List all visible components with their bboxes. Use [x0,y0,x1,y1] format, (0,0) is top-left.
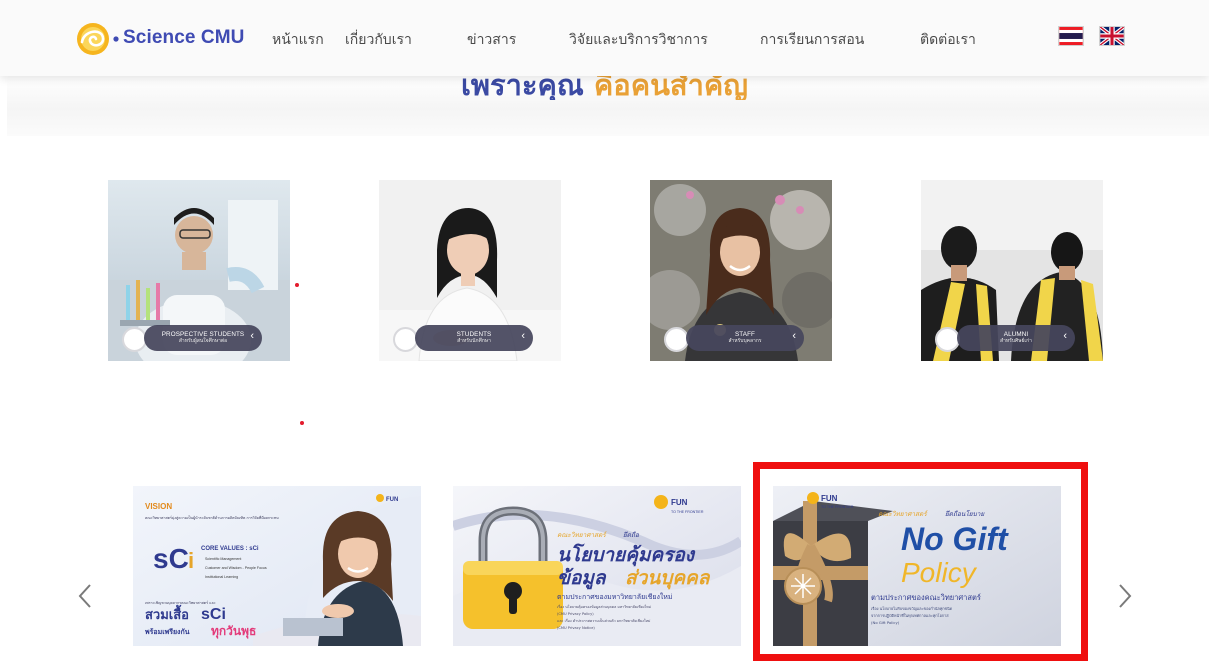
card-subtitle: สำหรับผู้สนใจศึกษาต่อ [178,338,228,344]
slide-vision-label: VISION [145,502,172,511]
uk-flag-icon[interactable] [1099,26,1125,46]
chevron-left-icon: ‹ [521,330,525,342]
selection-highlight-box [753,462,1088,661]
decorative-dot [295,283,299,287]
carousel-slide-sci-shirt[interactable]: VISION คณะวิทยาศาสตร์มุ่งสู่ความเป็นผู้น… [133,486,421,646]
slide-bullet: Customer and Wisdom - People Focus [205,566,267,570]
card-label-pill: ALUMNI สำหรับศิษย์เก่า ‹ [957,325,1075,351]
page-root: เพราะคุณ คือคนสำคัญ Science CMU หน้าแรก … [0,0,1209,663]
logo-text: Science CMU [123,27,245,48]
slide-kicker-a: คณะวิทยาศาสตร์ [557,531,608,539]
card-subtitle: สำหรับนักศึกษา [457,338,491,344]
slide-kicker-b: ยึดถือ [623,531,640,539]
slide-vision-text: คณะวิทยาศาสตร์มุ่งสู่ความเป็นผู้นำระดับช… [145,514,279,521]
card-title: ALUMNI [1003,331,1029,338]
card-label-pill: STAFF สำหรับบุคลากร ‹ [686,325,804,351]
audience-card-prospective[interactable]: PROSPECTIVE STUDENTS สำหรับผู้สนใจศึกษาต… [108,180,290,361]
decorative-dot [300,421,304,425]
card-title: PROSPECTIVE STUDENTS [161,331,245,338]
nav-item-research[interactable]: วิจัยและบริการวิชาการ [569,29,708,51]
nav-item-news[interactable]: ข่าวสาร [467,29,516,51]
chevron-left-icon: ‹ [1063,330,1067,342]
slide-footer-sci: sCi [201,606,226,623]
audience-card-staff[interactable]: STAFF สำหรับบุคลากร ‹ [650,180,832,361]
chevron-left-icon [78,584,91,608]
nav-item-contact[interactable]: ติดต่อเรา [920,29,976,51]
card-label-pill: STUDENTS สำหรับนักศึกษา ‹ [415,325,533,351]
chevron-left-icon: ‹ [250,330,254,342]
chevron-right-icon [1119,584,1132,608]
svg-text:i: i [188,548,194,573]
audience-card-students[interactable]: STUDENTS สำหรับนักศึกษา ‹ [379,180,561,361]
nav-item-home[interactable]: หน้าแรก [272,29,324,51]
slide-footer-day: ทุกวันพุธ [211,624,256,639]
slide-tagline: TO THE FRONTIER [671,510,704,514]
card-subtitle: สำหรับบุคลากร [728,338,762,344]
slide-line2b: ส่วนบุคคล [625,567,711,590]
slide-small: (CMU Privacy Policy) [557,612,594,616]
card-title: STAFF [735,331,755,338]
audience-card-alumni[interactable]: ALUMNI สำหรับศิษย์เก่า ‹ [921,180,1103,361]
top-navbar: Science CMU หน้าแรก เกี่ยวกับเรา ข่าวสาร… [0,0,1209,76]
sun-logo-icon [77,23,119,55]
card-label-pill: PROSPECTIVE STUDENTS สำหรับผู้สนใจศึกษาต… [144,325,262,351]
slide-small: (CMU Privacy Notice) [557,626,595,630]
nav-item-education[interactable]: การเรียนการสอน [760,29,864,51]
slide-bullet: Institutional Learning [205,575,238,579]
slide-line3: ตามประกาศของมหาวิทยาลัยเชียงใหม่ [557,592,673,601]
slide-line1: นโยบายคุ้มครอง [557,543,696,567]
slide-brand: FUN [386,497,398,503]
carousel-next-button[interactable] [1117,582,1133,611]
slide-line2a: ข้อมูล [557,567,607,590]
chevron-left-icon: ‹ [792,330,796,342]
slide-footer-sub: พร้อมเพรียงกัน [145,627,190,636]
nav-item-about[interactable]: เกี่ยวกับเรา [345,29,412,51]
card-subtitle: สำหรับศิษย์เก่า [1000,338,1032,344]
slide-bullet: Scientific Management [205,557,241,561]
slide-core-values: CORE VALUES : sCi [201,546,259,552]
slide-brand: FUN [671,498,688,507]
privacy-slide-art: คณะวิทยาศาสตร์ ยึดถือ นโยบายคุ้มครอง ข้อ… [453,486,741,646]
sci-shirt-slide-art: VISION คณะวิทยาศาสตร์มุ่งสู่ความเป็นผู้น… [133,486,421,646]
carousel-slide-privacy-policy[interactable]: คณะวิทยาศาสตร์ ยึดถือ นโยบายคุ้มครอง ข้อ… [453,486,741,646]
thai-flag-icon[interactable] [1058,26,1084,46]
card-title: STUDENTS [456,331,492,338]
svg-text:sC: sC [153,543,189,574]
carousel-prev-button[interactable] [77,582,93,611]
science-cmu-logo[interactable]: Science CMU [72,18,244,58]
